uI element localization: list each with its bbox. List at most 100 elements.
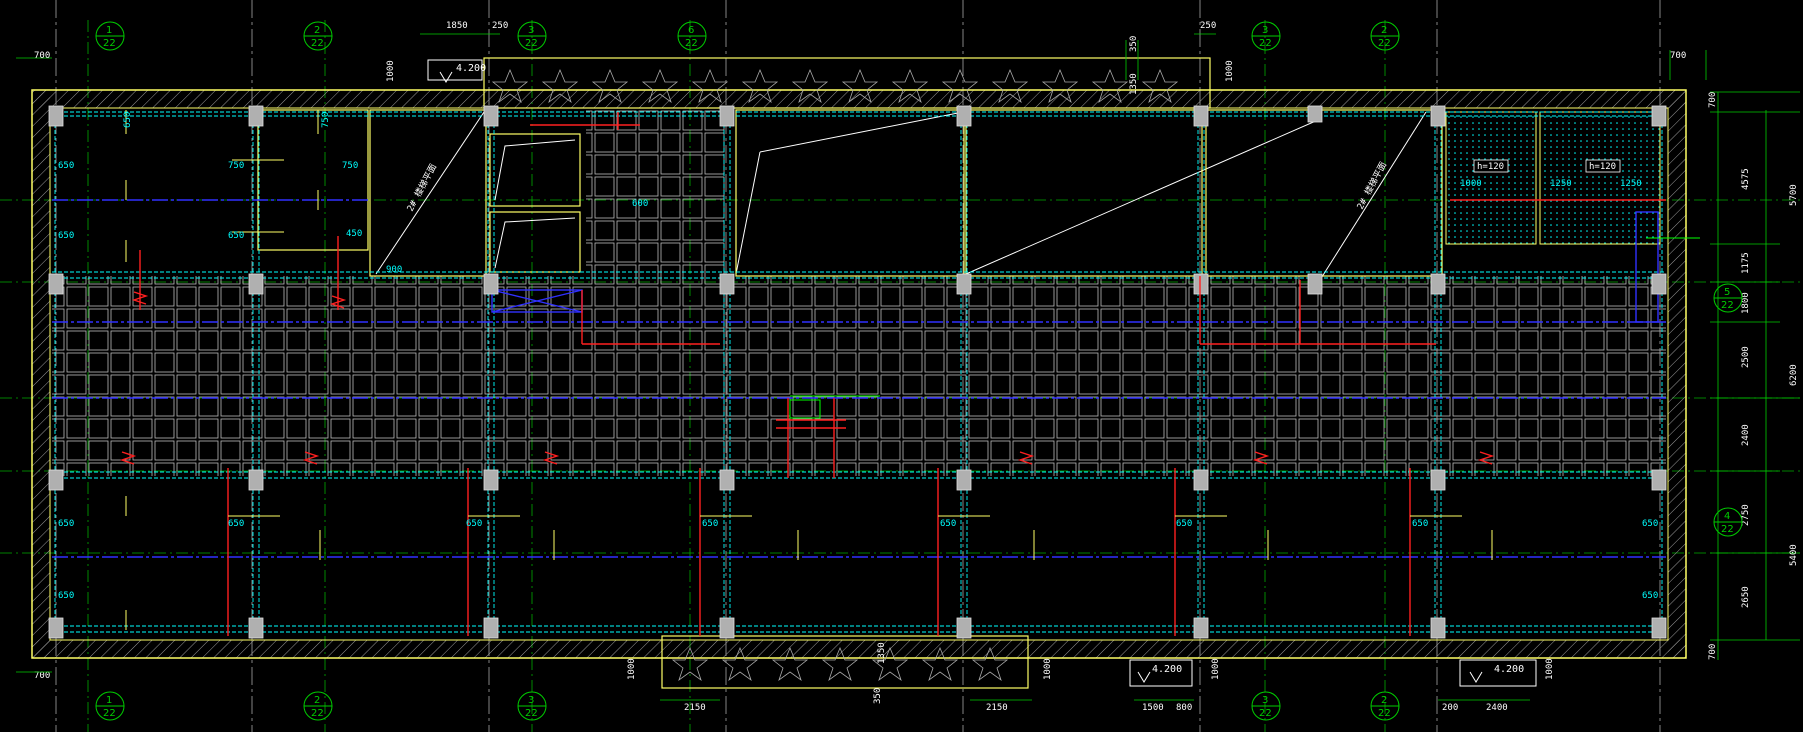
elevation-label-bottom-right: 4.200 bbox=[1494, 664, 1524, 675]
dim-r-6200: 6200 bbox=[1789, 364, 1799, 386]
axis-top-3-ref: 22 bbox=[525, 38, 538, 49]
dim-r-2500: 2500 bbox=[1741, 346, 1751, 368]
stair-label-right: 2# 楼梯平面 bbox=[1354, 160, 1389, 212]
stair-window-left bbox=[489, 133, 581, 273]
label-650-i: 650 bbox=[702, 519, 718, 529]
label-650-l: 650 bbox=[1412, 519, 1428, 529]
dim-b-1000-mid: 1000 bbox=[1043, 658, 1053, 680]
axis-bubble-labels-top: 1 22 2 22 3 22 6 22 3 22 2 22 bbox=[103, 25, 1391, 49]
dotted-slabs bbox=[1445, 111, 1661, 245]
dim-b-350: 350 bbox=[873, 688, 883, 704]
label-650-a: 650 bbox=[123, 112, 133, 128]
label-650-k: 650 bbox=[1176, 519, 1192, 529]
dim-b-2150-right: 2150 bbox=[986, 703, 1008, 713]
dim-b-2400: 2400 bbox=[1486, 703, 1508, 713]
axis-top-3b-num: 3 bbox=[1262, 25, 1268, 36]
label-1250-b: 1250 bbox=[1620, 179, 1642, 189]
elevation-mark-top: 4.200 bbox=[427, 59, 486, 83]
room-partitions bbox=[257, 109, 1443, 277]
label-650-c: 650 bbox=[58, 231, 74, 241]
label-750-c: 750 bbox=[321, 112, 331, 128]
axis-right-4-num: 4 bbox=[1724, 511, 1730, 522]
dim-b-1350: 1350 bbox=[877, 642, 887, 664]
axis-top-3-num: 3 bbox=[528, 25, 534, 36]
axis-top-2b-num: 2 bbox=[1381, 25, 1387, 36]
label-650-h: 650 bbox=[466, 519, 482, 529]
dim-1850: 1850 bbox=[446, 21, 468, 31]
label-1000: 1000 bbox=[1460, 179, 1482, 189]
axis-top-1-num: 1 bbox=[106, 25, 112, 36]
label-650-m: 650 bbox=[1642, 519, 1658, 529]
dim-700-tr: 700 bbox=[1670, 51, 1686, 61]
axis-right-4-ref: 22 bbox=[1721, 524, 1734, 535]
dim-r-700-bottom: 700 bbox=[1708, 644, 1718, 660]
axis-bottom-2-num: 2 bbox=[314, 695, 320, 706]
label-650-n: 650 bbox=[1642, 591, 1658, 601]
dim-r-5400: 5400 bbox=[1789, 544, 1799, 566]
axis-top-2-num: 2 bbox=[314, 25, 320, 36]
label-650-j: 650 bbox=[940, 519, 956, 529]
label-650-b: 650 bbox=[58, 161, 74, 171]
stair-labels: 2# 楼梯平面 2# 楼梯平面 bbox=[404, 160, 1389, 214]
slab-tag-left: h=120 bbox=[1477, 162, 1504, 172]
dim-1000-left: 1000 bbox=[386, 60, 396, 82]
label-900: 900 bbox=[386, 265, 402, 275]
dim-r-1800: 1800 bbox=[1741, 292, 1751, 314]
dim-r-700-top: 700 bbox=[1708, 92, 1718, 108]
axis-top-2b-ref: 22 bbox=[1378, 38, 1391, 49]
axis-top-6-ref: 22 bbox=[685, 38, 698, 49]
dim-r-2400: 2400 bbox=[1741, 424, 1751, 446]
right-dims: 700 4575 5700 1175 1800 2500 6200 2400 2… bbox=[1708, 92, 1799, 660]
dim-b-1500: 1500 bbox=[1142, 703, 1164, 713]
axis-bottom-3b-num: 3 bbox=[1262, 695, 1268, 706]
slab-tag-right: h=120 bbox=[1589, 162, 1616, 172]
elevation-mark-bottom-mid: 4.200 bbox=[1129, 659, 1193, 687]
dim-250-right: 250 bbox=[1200, 21, 1216, 31]
axis-bottom-3b-ref: 22 bbox=[1259, 708, 1272, 719]
dim-700-tl: 700 bbox=[34, 51, 50, 61]
dim-700-bl: 700 bbox=[34, 671, 50, 681]
dim-250-left: 250 bbox=[492, 21, 508, 31]
label-650-f: 650 bbox=[58, 591, 74, 601]
axis-bottom-2b-ref: 22 bbox=[1378, 708, 1391, 719]
right-dimension-lines bbox=[1710, 91, 1800, 660]
dim-r-2750: 2750 bbox=[1741, 504, 1751, 526]
dim-b-1000-left: 1000 bbox=[627, 658, 637, 680]
axis-top-3b-ref: 22 bbox=[1259, 38, 1272, 49]
dim-r-5700: 5700 bbox=[1789, 184, 1799, 206]
dim-b-800: 800 bbox=[1176, 703, 1192, 713]
axis-top-6-num: 6 bbox=[688, 25, 694, 36]
dim-350: 350 bbox=[1129, 36, 1139, 52]
structural-floor-plan: 1850 250 250 350 1350 1000 1000 700 700 … bbox=[0, 0, 1803, 732]
label-1250-a: 1250 bbox=[1550, 179, 1572, 189]
axis-top-2-ref: 22 bbox=[311, 38, 324, 49]
axis-bottom-1-num: 1 bbox=[106, 695, 112, 706]
dim-b-2150-left: 2150 bbox=[684, 703, 706, 713]
tiled-corridor bbox=[52, 110, 1666, 476]
label-650-e: 650 bbox=[58, 519, 74, 529]
dim-1000-right: 1000 bbox=[1225, 60, 1235, 82]
dim-b-1000-right: 1000 bbox=[1211, 658, 1221, 680]
dim-b-1000-far-right: 1000 bbox=[1545, 658, 1555, 680]
dim-r-2650: 2650 bbox=[1741, 586, 1751, 608]
stair-diagonals bbox=[375, 111, 1427, 281]
axis-bottom-3-ref: 22 bbox=[525, 708, 538, 719]
axis-top-1-ref: 22 bbox=[103, 38, 116, 49]
axis-bubble-labels-bottom: 1 22 2 22 3 22 3 22 2 22 bbox=[103, 695, 1391, 719]
axis-right-5-num: 5 bbox=[1724, 287, 1730, 298]
label-650-g: 650 bbox=[228, 519, 244, 529]
elevation-label-top: 4.200 bbox=[456, 63, 486, 74]
axis-right-5-ref: 22 bbox=[1721, 300, 1734, 311]
label-600: 600 bbox=[632, 199, 648, 209]
dim-1350: 1350 bbox=[1129, 73, 1139, 95]
dim-r-4575: 4575 bbox=[1741, 168, 1751, 190]
dim-r-1175: 1175 bbox=[1741, 252, 1751, 274]
axis-bottom-3-num: 3 bbox=[528, 695, 534, 706]
axis-bubbles-bottom bbox=[95, 691, 1400, 721]
elevation-mark-bottom-right: 4.200 bbox=[1459, 659, 1537, 687]
axis-bottom-1-ref: 22 bbox=[103, 708, 116, 719]
dim-b-200: 200 bbox=[1442, 703, 1458, 713]
axis-bottom-2-ref: 22 bbox=[311, 708, 324, 719]
label-750-a: 750 bbox=[228, 161, 244, 171]
label-450: 450 bbox=[346, 229, 362, 239]
